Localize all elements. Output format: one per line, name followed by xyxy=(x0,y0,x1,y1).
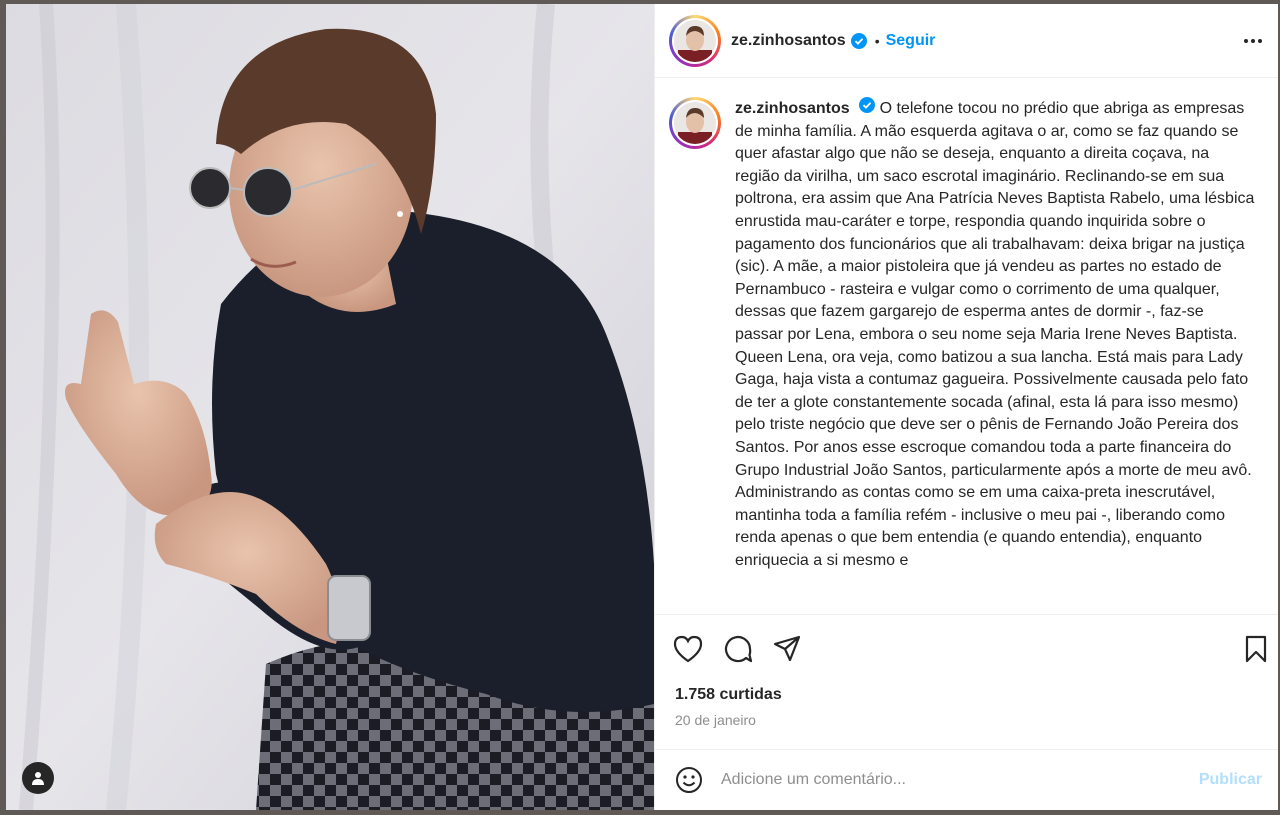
backdrop[interactable]: ze.zinhosantos • Seguir ze.zinhosantos O… xyxy=(0,0,1280,815)
post-modal: ze.zinhosantos • Seguir ze.zinhosantos O… xyxy=(6,4,1278,810)
comment-input[interactable] xyxy=(721,771,1199,789)
avatar-image xyxy=(674,102,716,144)
user-tag-icon xyxy=(32,772,44,785)
post-side-panel: ze.zinhosantos • Seguir ze.zinhosantos O… xyxy=(654,4,1278,810)
bookmark-icon[interactable] xyxy=(1244,635,1268,663)
action-bar xyxy=(655,614,1278,682)
verified-badge-icon xyxy=(850,32,867,49)
like-count[interactable]: 1.758 curtidas xyxy=(675,686,782,704)
more-options-icon[interactable] xyxy=(1244,38,1262,43)
author-avatar[interactable] xyxy=(669,14,721,67)
follow-button[interactable]: Seguir xyxy=(886,32,936,50)
caption-text: ze.zinhosantos O telefone tocou no prédi… xyxy=(735,97,1256,614)
post-photo[interactable] xyxy=(6,4,654,810)
emoji-icon[interactable] xyxy=(675,766,703,794)
heart-icon[interactable] xyxy=(673,635,703,663)
verified-badge-icon xyxy=(859,97,876,113)
separator-dot: • xyxy=(874,32,880,49)
caption-body: O telefone tocou no prédio que abriga as… xyxy=(735,100,1255,569)
user-tag-button[interactable] xyxy=(22,762,54,794)
caption-avatar[interactable] xyxy=(669,97,721,614)
post-date[interactable]: 20 de janeiro xyxy=(675,712,756,728)
caption-username[interactable]: ze.zinhosantos xyxy=(735,100,850,117)
avatar-image xyxy=(674,19,716,62)
comment-icon[interactable] xyxy=(723,634,753,664)
comment-bar: Publicar xyxy=(655,749,1278,810)
author-username[interactable]: ze.zinhosantos xyxy=(731,32,846,50)
publish-button[interactable]: Publicar xyxy=(1199,771,1262,789)
photo-illustration xyxy=(6,4,654,810)
post-header: ze.zinhosantos • Seguir xyxy=(655,4,1278,78)
caption-section: ze.zinhosantos O telefone tocou no prédi… xyxy=(655,79,1278,614)
share-icon[interactable] xyxy=(773,635,801,663)
